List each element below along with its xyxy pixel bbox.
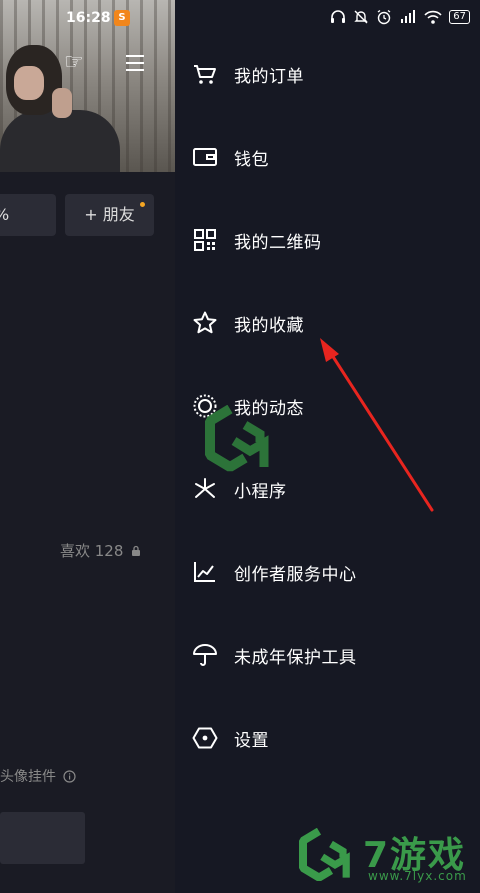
cart-icon xyxy=(194,65,216,84)
menu-item-label: 创作者服务中心 xyxy=(234,564,357,585)
partial-bottom-button[interactable] xyxy=(0,812,85,864)
watermark-logo-icon xyxy=(205,405,269,472)
info-icon xyxy=(63,770,77,783)
partial-button[interactable]: % xyxy=(0,194,56,236)
menu-item-qr-code[interactable]: 我的二维码 xyxy=(192,220,472,260)
hand-pointer-icon[interactable]: ☞ xyxy=(64,50,84,75)
umbrella-icon xyxy=(193,644,217,666)
avatar-widget-label: 头像挂件 xyxy=(0,769,56,785)
menu-item-settings[interactable]: 设置 xyxy=(192,718,472,758)
lock-icon xyxy=(132,545,141,556)
watermark-url: www.7lyx.com xyxy=(368,869,467,883)
add-friend-button[interactable]: + 朋友 xyxy=(65,194,154,236)
battery-icon: 67 xyxy=(449,10,470,24)
profile-page-background: 16:28 S ☞ % + 朋友 喜欢 128 头像挂件 xyxy=(0,0,175,893)
settings-hexagon-icon xyxy=(192,727,218,749)
menu-item-favorites[interactable]: 我的收藏 xyxy=(192,303,472,343)
menu-item-creator-center[interactable]: 创作者服务中心 xyxy=(192,552,472,592)
wallet-icon xyxy=(193,148,217,166)
mute-bell-icon xyxy=(354,10,368,24)
menu-item-label: 钱包 xyxy=(234,149,269,170)
headphones-icon xyxy=(331,10,346,23)
new-dot-badge xyxy=(140,202,145,207)
likes-tab[interactable]: 喜欢 128 xyxy=(60,540,141,561)
likes-label: 喜欢 128 xyxy=(60,542,124,560)
add-friend-label: + 朋友 xyxy=(84,205,135,224)
menu-item-label: 设置 xyxy=(234,730,269,751)
menu-item-orders[interactable]: 我的订单 xyxy=(192,54,472,94)
wifi-icon xyxy=(424,10,442,24)
qr-code-icon xyxy=(194,229,216,251)
avatar-widget-link[interactable]: 头像挂件 xyxy=(0,766,77,786)
alarm-icon xyxy=(377,9,391,25)
menu-item-label: 我的订单 xyxy=(234,66,304,87)
chart-line-icon xyxy=(194,562,215,582)
signal-icon xyxy=(401,10,416,23)
battery-level: 67 xyxy=(453,11,466,22)
menu-item-wallet[interactable]: 钱包 xyxy=(192,137,472,177)
hamburger-menu-icon[interactable] xyxy=(126,55,144,76)
star-icon xyxy=(193,311,217,334)
status-time: 16:28 xyxy=(66,10,111,26)
menu-item-minor-protection[interactable]: 未成年保护工具 xyxy=(192,635,472,675)
menu-item-label: 我的收藏 xyxy=(234,315,304,336)
brand-logo-icon xyxy=(299,828,350,882)
menu-item-label: 未成年保护工具 xyxy=(234,647,357,668)
partial-button-label: % xyxy=(0,205,9,224)
status-bar-icons: 67 xyxy=(330,9,470,25)
menu-item-label: 我的二维码 xyxy=(234,232,322,253)
app-notification-badge: S xyxy=(114,10,130,26)
